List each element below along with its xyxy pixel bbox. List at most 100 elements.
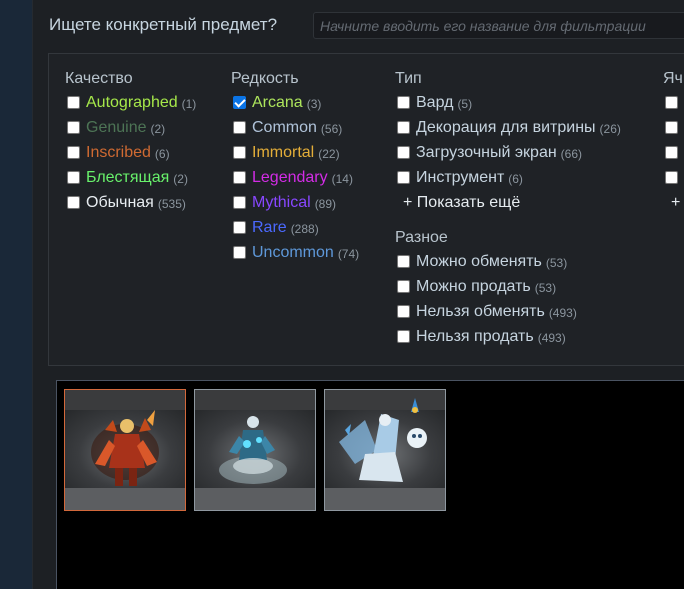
search-label: Ищете конкретный предмет?: [49, 15, 278, 34]
filter-label: Нельзя обменять: [416, 302, 545, 320]
slot-show-more-link[interactable]: +: [663, 190, 684, 215]
filter-misc-not-marketable[interactable]: Нельзя продать (493): [395, 324, 621, 349]
checkbox[interactable]: [67, 146, 80, 159]
filter-count: (5): [457, 97, 473, 111]
filter-count: (2): [150, 122, 166, 136]
filter-quality-shiny[interactable]: Блестящая (2): [65, 165, 196, 190]
checkbox[interactable]: [233, 146, 246, 159]
filter-rarity-immortal[interactable]: Immortal (22): [231, 140, 359, 165]
filter-count: (6): [154, 147, 170, 161]
filter-count: (26): [599, 122, 621, 136]
filter-label: Immortal: [252, 143, 315, 161]
filter-label: Инструмент: [416, 168, 505, 186]
filter-count: (535): [157, 197, 186, 211]
search-input[interactable]: [313, 12, 684, 39]
filter-count: (89): [314, 197, 337, 211]
filter-label: Можно продать: [416, 277, 531, 295]
quality-column: Качество Autographed (1) Genuine (2) Ins…: [65, 68, 196, 215]
filter-quality-normal[interactable]: Обычная (535): [65, 190, 196, 215]
filter-misc-tradable[interactable]: Можно обменять (53): [395, 249, 621, 274]
filters-panel: Качество Autographed (1) Genuine (2) Ins…: [48, 53, 684, 366]
filter-label: Декорация для витрины: [416, 118, 596, 136]
checkbox[interactable]: [397, 330, 410, 343]
checkbox[interactable]: [397, 171, 410, 184]
filter-count: (74): [337, 247, 360, 261]
filter-label: Autographed: [86, 93, 178, 111]
filter-label: Можно обменять: [416, 252, 542, 270]
checkbox[interactable]: [665, 121, 678, 134]
left-sidebar-strip: [0, 0, 32, 589]
checkbox[interactable]: [665, 96, 678, 109]
filter-rarity-mythical[interactable]: Mythical (89): [231, 190, 359, 215]
filter-slot-option[interactable]: [663, 165, 684, 190]
filter-rarity-legendary[interactable]: Legendary (14): [231, 165, 359, 190]
type-title: Тип: [395, 70, 422, 87]
filter-rarity-rare[interactable]: Rare (288): [231, 215, 359, 240]
filter-label: Uncommon: [252, 243, 334, 261]
rarity-column: Редкость Arcana (3) Common (56) Immortal…: [231, 68, 359, 265]
checkbox[interactable]: [665, 146, 678, 159]
misc-title: Разное: [395, 229, 448, 246]
filter-slot-option[interactable]: [663, 115, 684, 140]
rarity-title: Редкость: [231, 70, 299, 87]
filter-rarity-arcana[interactable]: Arcana (3): [231, 90, 359, 115]
filter-count: (3): [306, 97, 322, 111]
filter-misc-not-tradable[interactable]: Нельзя обменять (493): [395, 299, 621, 324]
checkbox[interactable]: [397, 280, 410, 293]
quality-title: Качество: [65, 70, 133, 87]
frost-hero-icon: [219, 416, 287, 484]
checkbox[interactable]: [233, 96, 246, 109]
filter-slot-option[interactable]: [663, 90, 684, 115]
type-show-more-link[interactable]: + Показать ещё: [395, 190, 621, 215]
filter-count: (66): [560, 147, 583, 161]
checkbox[interactable]: [67, 121, 80, 134]
checkbox[interactable]: [397, 146, 410, 159]
inventory-item-2[interactable]: [194, 389, 316, 511]
filter-label: Inscribed: [86, 143, 151, 161]
filter-quality-inscribed[interactable]: Inscribed (6): [65, 140, 196, 165]
filter-quality-autographed[interactable]: Autographed (1): [65, 90, 196, 115]
ice-maiden-icon: [339, 398, 427, 482]
filter-count: (288): [290, 222, 319, 236]
type-column: Тип Вард (5) Декорация для витрины (26) …: [395, 68, 621, 349]
filter-type-loading-screen[interactable]: Загрузочный экран (66): [395, 140, 621, 165]
inventory-item-3[interactable]: [324, 389, 446, 511]
slot-title: Яч: [663, 70, 683, 87]
filter-rarity-common[interactable]: Common (56): [231, 115, 359, 140]
inventory-panel: Ищете конкретный предмет? Качество Autog…: [32, 0, 684, 589]
checkbox[interactable]: [67, 196, 80, 209]
checkbox[interactable]: [665, 171, 678, 184]
filter-count: (6): [508, 172, 523, 186]
filter-count: (1): [181, 97, 197, 111]
filter-slot-option[interactable]: [663, 140, 684, 165]
inventory-item-1[interactable]: [64, 389, 186, 511]
filter-label: Нельзя продать: [416, 327, 534, 345]
filter-type-ward[interactable]: Вард (5): [395, 90, 621, 115]
filter-misc-marketable[interactable]: Можно продать (53): [395, 274, 621, 299]
checkbox[interactable]: [233, 171, 246, 184]
filter-type-tool[interactable]: Инструмент (6): [395, 165, 621, 190]
checkbox[interactable]: [233, 196, 246, 209]
checkbox[interactable]: [233, 121, 246, 134]
filter-count: (493): [548, 306, 577, 320]
search-row: Ищете конкретный предмет?: [49, 11, 684, 39]
checkbox[interactable]: [397, 305, 410, 318]
checkbox[interactable]: [233, 221, 246, 234]
checkbox[interactable]: [397, 121, 410, 134]
filter-count: (53): [534, 281, 557, 295]
filter-count: (14): [331, 172, 353, 186]
filter-rarity-uncommon[interactable]: Uncommon (74): [231, 240, 359, 265]
checkbox[interactable]: [397, 96, 410, 109]
filter-type-showcase-decoration[interactable]: Декорация для витрины (26): [395, 115, 621, 140]
checkbox[interactable]: [67, 96, 80, 109]
filter-label: Rare: [252, 218, 287, 236]
filter-count: (22): [318, 147, 340, 161]
fire-hero-icon: [91, 410, 159, 486]
filter-quality-genuine[interactable]: Genuine (2): [65, 115, 196, 140]
checkbox[interactable]: [233, 246, 246, 259]
filter-count: (56): [320, 122, 343, 136]
checkbox[interactable]: [397, 255, 410, 268]
filter-label: Загрузочный экран: [416, 143, 557, 161]
checkbox[interactable]: [67, 171, 80, 184]
filter-label: Вард: [416, 93, 454, 111]
